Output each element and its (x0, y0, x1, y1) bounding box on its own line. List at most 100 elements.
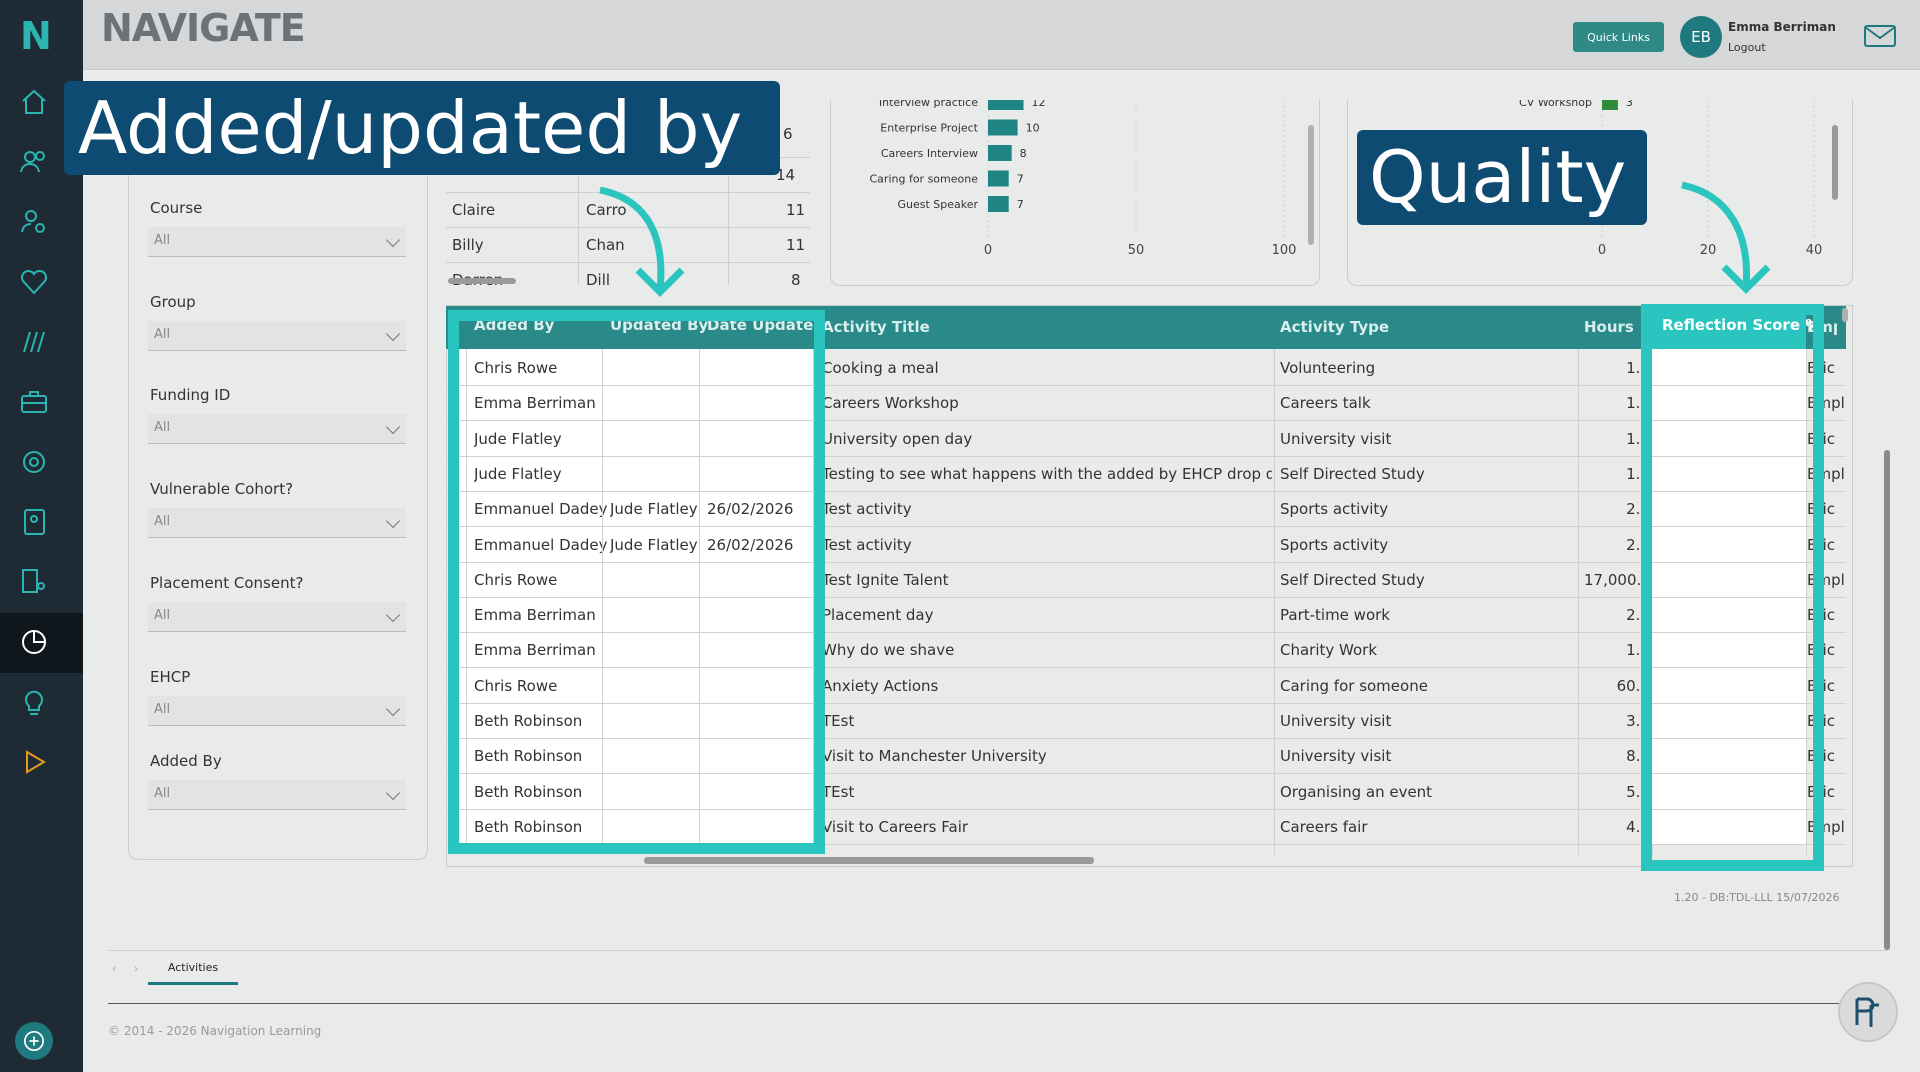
x-tick-label: 0 (984, 243, 992, 258)
activity-type-cell: Careers talk (1280, 394, 1371, 412)
logout-link[interactable]: Logout (1728, 41, 1766, 54)
activity-type-cell: Charity Work (1280, 641, 1378, 659)
activity-title-cell: Careers Workshop (822, 394, 959, 412)
table-vertical-scrollbar[interactable] (1842, 308, 1848, 322)
tab-scroll-left-icon[interactable]: ‹ (112, 962, 116, 975)
callout-added-updated: Added/updated by (64, 81, 780, 175)
header-hours[interactable]: Hours (1584, 318, 1634, 336)
quick-links-button[interactable]: Quick Links (1573, 22, 1664, 52)
tabs-divider (108, 950, 1888, 951)
x-tick-label: 40 (1806, 243, 1823, 258)
bar[interactable] (988, 170, 1009, 187)
avatar[interactable]: EB (1680, 16, 1722, 58)
placement-consent-select[interactable]: All (148, 602, 406, 632)
bar[interactable] (988, 119, 1018, 136)
lightbulb-icon[interactable] (14, 682, 54, 722)
category-label: Guest Speaker (897, 198, 978, 211)
first-name-cell: Claire (452, 201, 496, 219)
x-tick-label: 50 (1128, 243, 1145, 258)
page-scrollbar[interactable] (1884, 450, 1890, 950)
data-label: 3 (1626, 100, 1633, 109)
chevron-down-icon (385, 785, 401, 801)
version-text: 1.20 - DB:TDL-LLL 15/07/2026 (1674, 891, 1840, 904)
activity-type-cell: Volunteering (1280, 359, 1376, 377)
chevron-down-icon (385, 232, 401, 248)
activity-title-cell: TEst (822, 712, 855, 730)
count-cell: 11 (786, 236, 806, 254)
activity-title-cell: Visit to Careers Fair (822, 818, 969, 836)
bar[interactable] (988, 145, 1012, 161)
category-label: Enterprise Project (880, 122, 978, 135)
category-label: Caring for someone (870, 173, 979, 186)
names-scrollbar[interactable] (448, 278, 516, 284)
col-divider (1274, 349, 1275, 855)
logo-icon[interactable]: N (20, 14, 52, 58)
chart-scrollbar[interactable] (1832, 125, 1838, 200)
contact-card-icon[interactable] (14, 502, 54, 542)
briefcase-icon[interactable] (14, 382, 54, 422)
play-icon[interactable] (14, 742, 54, 782)
bar[interactable] (1602, 100, 1618, 110)
category-label: CV Workshop (1519, 100, 1592, 109)
add-icon[interactable] (15, 1022, 53, 1060)
activity-type-cell: University visit (1280, 747, 1392, 765)
activity-title-cell: TEst (822, 783, 855, 801)
chevron-down-icon (385, 607, 401, 623)
users-icon[interactable] (14, 142, 54, 182)
data-label: 10 (1026, 122, 1040, 135)
tab-scroll-right-icon[interactable]: › (134, 962, 138, 975)
data-label: 12 (1032, 100, 1046, 109)
activity-title-cell: Anxiety Actions (822, 677, 939, 695)
filter-label-group: Group (150, 293, 196, 311)
chevron-down-icon (385, 419, 401, 435)
activity-type-cell: University visit (1280, 430, 1392, 448)
mail-icon[interactable] (1863, 24, 1897, 52)
activity-title-cell: Testing to see what happens with the add… (822, 465, 1272, 483)
callout-quality: Quality (1357, 130, 1647, 225)
filter-label-course: Course (150, 199, 203, 217)
funding-id-select[interactable]: All (148, 414, 406, 444)
pie-chart-icon[interactable] (14, 622, 54, 662)
group-select[interactable]: All (148, 321, 406, 351)
building-user-icon[interactable] (14, 562, 54, 602)
top-bar: NAVIGATE Quick Links EB Emma Berriman Lo… (83, 0, 1920, 70)
stripes-icon[interactable] (14, 322, 54, 362)
copyright: © 2014 - 2026 Navigation Learning (108, 1024, 322, 1038)
arrow-added-updated (599, 186, 685, 297)
activity-type-cell: Careers fair (1280, 818, 1368, 836)
data-label: 7 (1017, 198, 1024, 211)
bar[interactable] (988, 196, 1009, 212)
user-name: Emma Berriman (1728, 20, 1836, 34)
x-tick-label: 100 (1272, 243, 1297, 258)
vulnerable-cohort-select[interactable]: All (148, 508, 406, 538)
target-icon[interactable] (14, 442, 54, 482)
activity-title-cell: Cooking a meal (822, 359, 939, 377)
first-name-cell: Billy (452, 236, 484, 254)
ehcp-select[interactable]: All (148, 696, 406, 726)
data-label: 8 (1020, 147, 1027, 160)
x-tick-label: 0 (1598, 243, 1606, 258)
home-icon[interactable] (14, 82, 54, 122)
filter-label-funding-id: Funding ID (150, 386, 231, 404)
user-search-icon[interactable] (14, 202, 54, 242)
activity-bar-chart: 0 50 100 Interview practice 12 Enterprise Pro… (870, 100, 1297, 258)
activity-title-cell: University open day (822, 430, 973, 448)
bar[interactable] (988, 100, 1024, 110)
help-bot-icon[interactable] (1838, 982, 1898, 1042)
filter-label-placement-consent: Placement Consent? (150, 574, 304, 592)
chevron-down-icon (385, 701, 401, 717)
header-activity-type[interactable]: Activity Type (1280, 318, 1389, 336)
app-logo[interactable]: NAVIGATE (101, 6, 306, 50)
activity-title-cell: Why do we shave (822, 641, 955, 659)
added-by-highlight-frame (448, 310, 825, 854)
added-by-select[interactable]: All (148, 780, 406, 810)
activity-type-cell: Caring for someone (1280, 677, 1428, 695)
header-activity-title[interactable]: Activity Title (822, 318, 930, 336)
chart-scrollbar[interactable] (1308, 125, 1314, 245)
tab-activities[interactable]: Activities (148, 952, 238, 985)
table-horizontal-scrollbar[interactable] (644, 857, 1094, 864)
activity-type-cell: Part-time work (1280, 606, 1390, 624)
heart-icon[interactable] (14, 262, 54, 302)
count-cell: 8 (791, 271, 801, 285)
course-select[interactable]: All (148, 227, 406, 257)
